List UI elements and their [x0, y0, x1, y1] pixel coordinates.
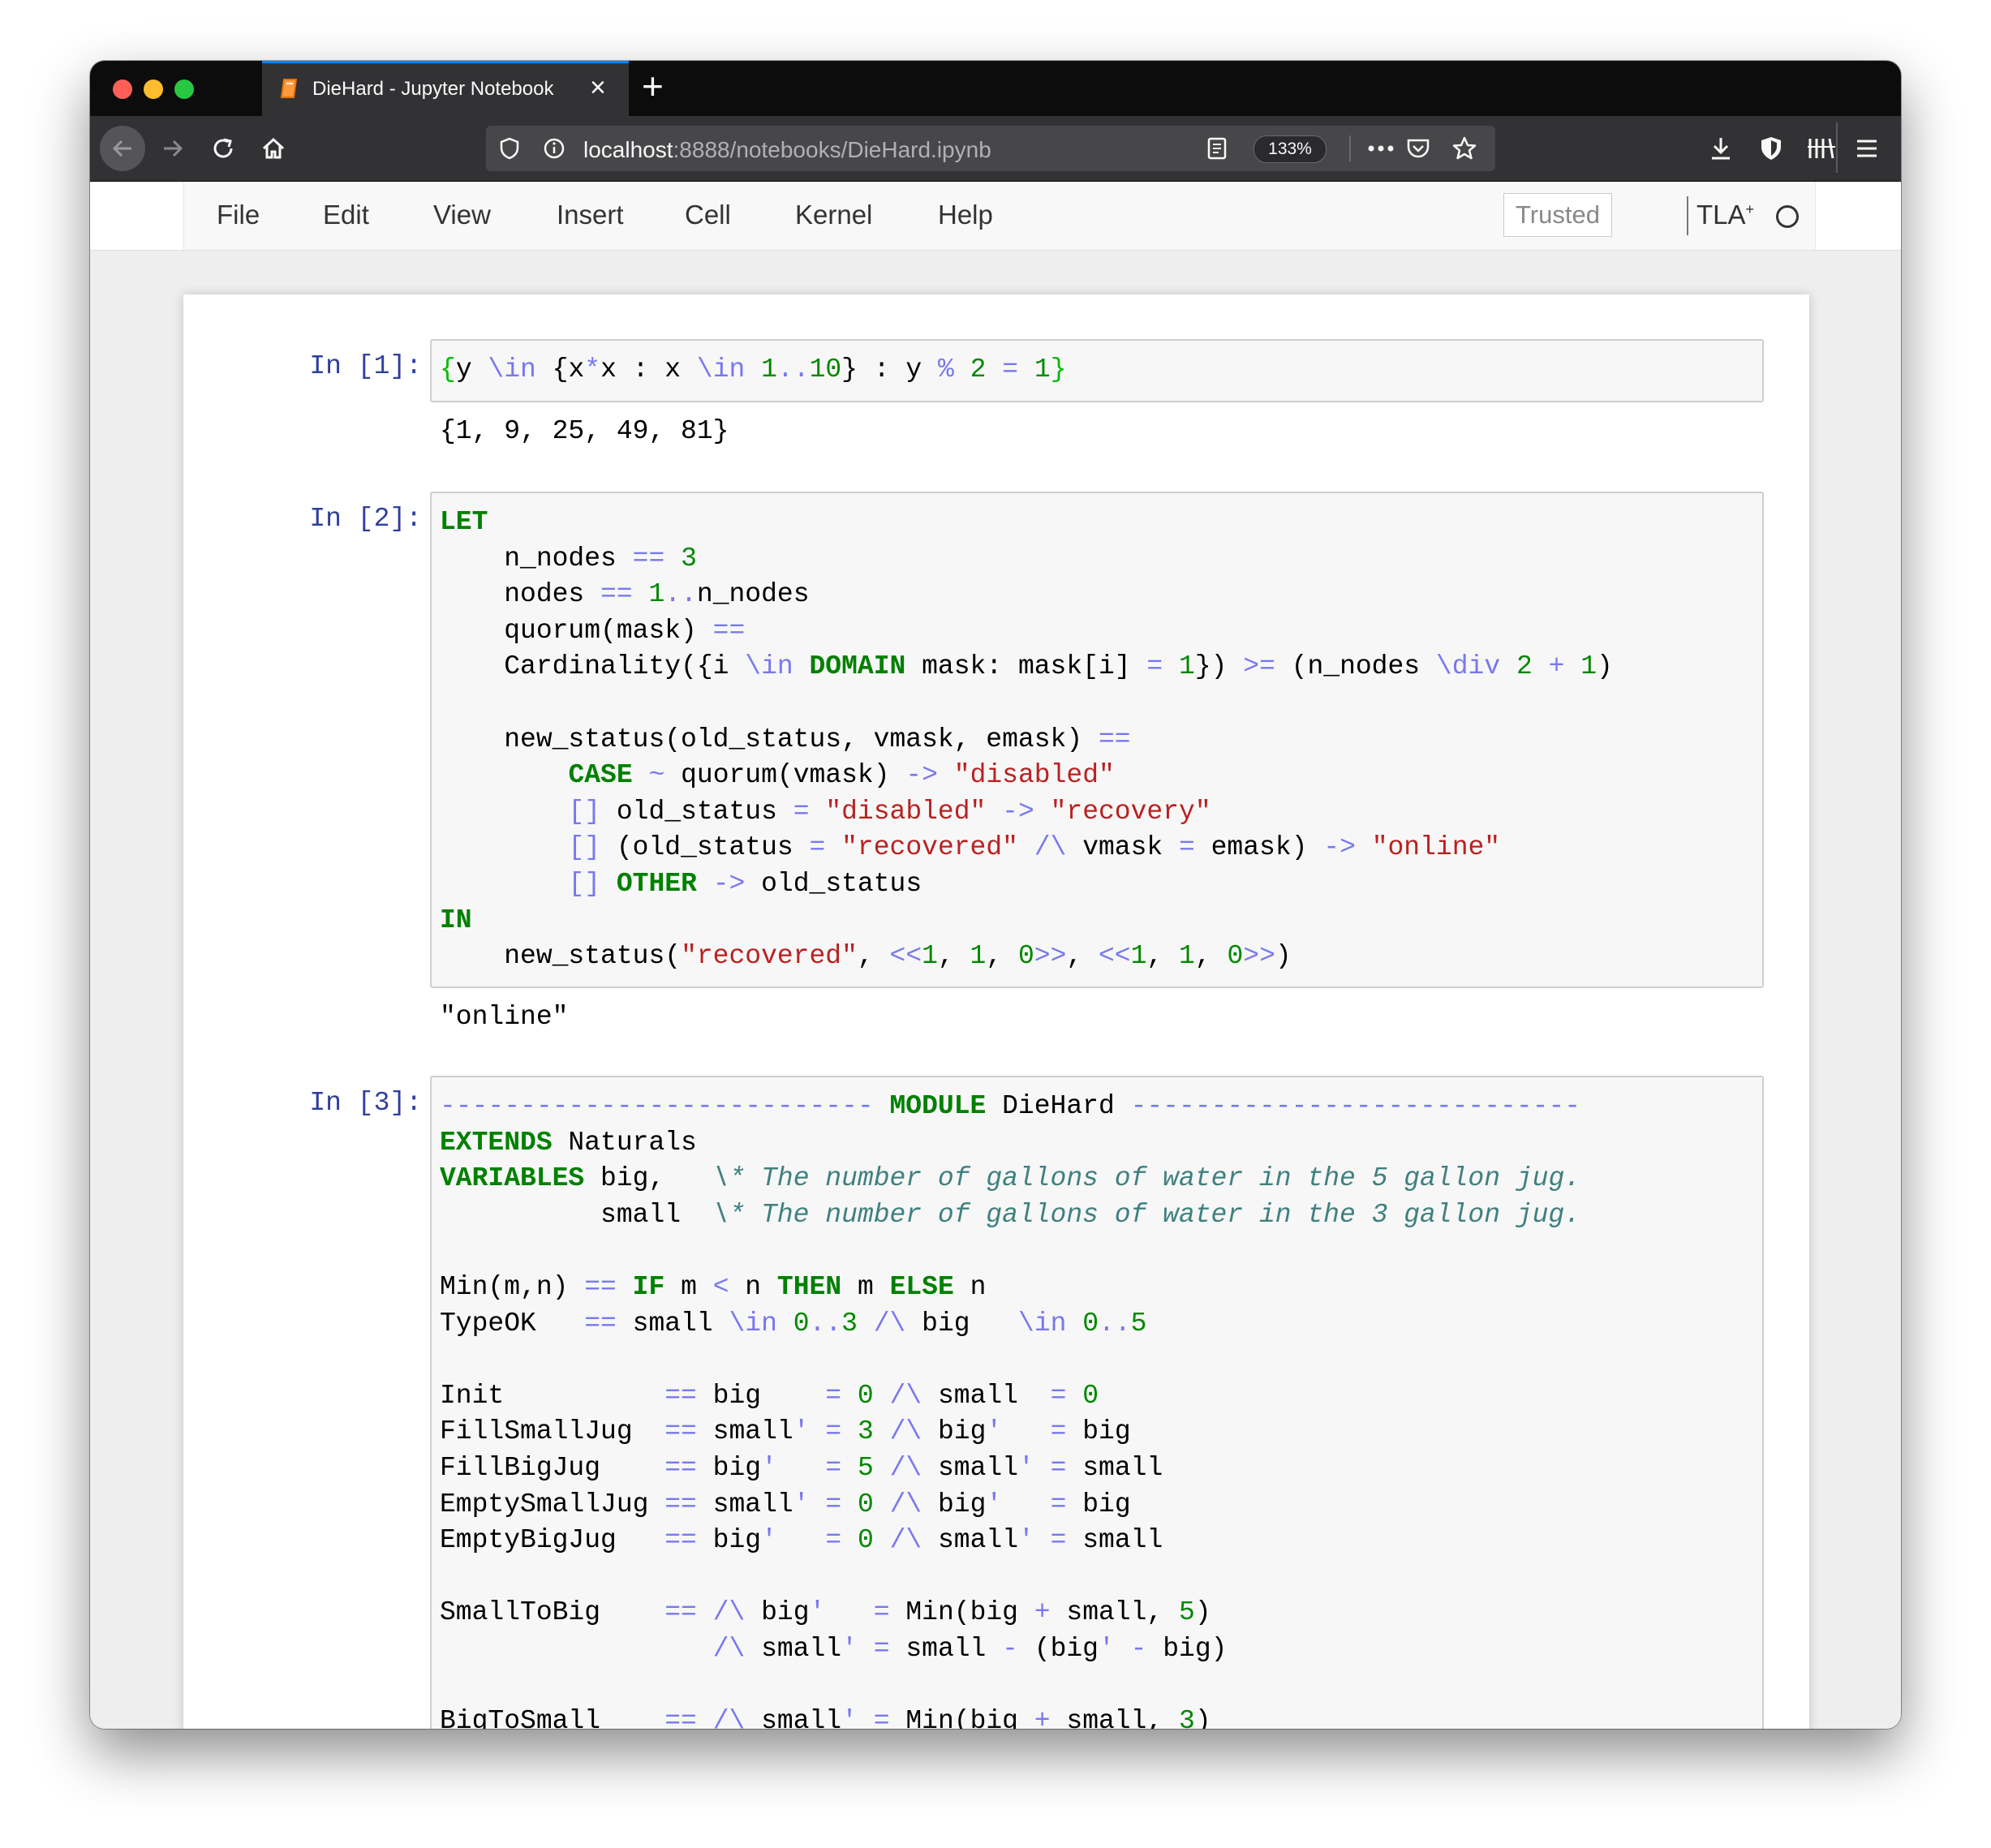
- tab-strip: DieHard - Jupyter Notebook × +: [90, 61, 1901, 116]
- jupyter-book-icon: [280, 79, 298, 98]
- trusted-indicator[interactable]: Trusted: [1503, 193, 1612, 237]
- home-button[interactable]: [251, 126, 296, 171]
- notebook-area: In [1]: {y \in {x*x : x \in 1..10} : y %…: [90, 251, 1901, 1729]
- kernel-idle-indicator-icon: [1776, 205, 1799, 228]
- downloads-button[interactable]: [1698, 126, 1744, 171]
- url-bar-divider: [1349, 135, 1351, 161]
- info-icon[interactable]: [543, 137, 565, 160]
- cell-1-prompt: In [1]:: [309, 351, 422, 381]
- page-actions-icon[interactable]: [1367, 144, 1395, 153]
- kernel-name-superscript: +: [1745, 201, 1755, 217]
- kernel-name-text: TLA: [1696, 200, 1746, 230]
- cell-2-output: "online": [440, 1002, 569, 1032]
- cell-2-input[interactable]: LET n_nodes == 3 nodes == 1..n_nodes quo…: [430, 492, 1764, 988]
- zoom-window-button[interactable]: [174, 80, 194, 99]
- cell-2-prompt: In [2]:: [309, 504, 422, 534]
- kernel-name: TLA+: [1696, 200, 1754, 230]
- url-bar[interactable]: localhost:8888/notebooks/DieHard.ipynb 1…: [486, 126, 1495, 171]
- menu-view[interactable]: View: [433, 200, 491, 230]
- close-window-button[interactable]: [113, 80, 132, 99]
- browser-tab[interactable]: DieHard - Jupyter Notebook ×: [262, 61, 629, 116]
- url-path: :8888/notebooks/DieHard.ipynb: [673, 137, 991, 162]
- library-icon: [1808, 138, 1835, 159]
- zoom-indicator[interactable]: 133%: [1254, 135, 1327, 163]
- bookmark-star-icon[interactable]: [1451, 135, 1477, 161]
- cell-1-input[interactable]: {y \in {x*x : x \in 1..10} : y % 2 = 1}: [430, 339, 1764, 402]
- back-button[interactable]: [100, 126, 145, 171]
- menu-kernel[interactable]: Kernel: [795, 200, 872, 230]
- pocket-icon[interactable]: [1406, 137, 1430, 160]
- shield-icon[interactable]: [499, 137, 520, 160]
- cell-2-code[interactable]: LET n_nodes == 3 nodes == 1..n_nodes quo…: [440, 505, 1613, 975]
- cell-3-prompt: In [3]:: [309, 1088, 422, 1118]
- forward-button[interactable]: [150, 126, 196, 171]
- menubar: File Edit View Insert Cell Kernel Help T…: [183, 182, 1816, 250]
- close-tab-icon[interactable]: ×: [590, 71, 606, 104]
- download-icon: [1712, 138, 1730, 160]
- jupyter-header: File Edit View Insert Cell Kernel Help T…: [90, 182, 1901, 251]
- menu-cell[interactable]: Cell: [685, 200, 731, 230]
- toolbar-divider: [1836, 122, 1838, 173]
- app-menu-button[interactable]: [1844, 126, 1890, 171]
- notebook-container: In [1]: {y \in {x*x : x \in 1..10} : y %…: [183, 294, 1809, 1729]
- new-tab-button[interactable]: +: [642, 66, 664, 106]
- reload-button[interactable]: [200, 126, 246, 171]
- cell-3-input[interactable]: --------------------------- MODULE DieHa…: [430, 1076, 1764, 1729]
- menu-help[interactable]: Help: [938, 200, 993, 230]
- browser-window: DieHard - Jupyter Notebook × + localhost…: [90, 61, 1901, 1729]
- cell-1-code[interactable]: {y \in {x*x : x \in 1..10} : y % 2 = 1}: [440, 352, 1067, 389]
- cell-3-code[interactable]: --------------------------- MODULE DieHa…: [440, 1089, 1580, 1729]
- menu-file[interactable]: File: [217, 200, 260, 230]
- tab-title: DieHard - Jupyter Notebook: [312, 78, 554, 100]
- forward-arrow-icon: [164, 140, 183, 157]
- navigation-toolbar: localhost:8888/notebooks/DieHard.ipynb 1…: [90, 116, 1901, 182]
- url-host: localhost: [583, 137, 673, 162]
- hamburger-menu-icon: [1857, 140, 1877, 157]
- url-text[interactable]: localhost:8888/notebooks/DieHard.ipynb: [583, 137, 991, 163]
- privacy-badger-button[interactable]: [1748, 126, 1794, 171]
- minimize-window-button[interactable]: [144, 80, 163, 99]
- back-arrow-icon: [112, 140, 131, 157]
- reader-view-icon[interactable]: [1206, 137, 1228, 160]
- reload-icon: [213, 138, 233, 158]
- home-icon: [262, 137, 285, 159]
- menu-edit[interactable]: Edit: [323, 200, 369, 230]
- menu-insert[interactable]: Insert: [557, 200, 624, 230]
- kernel-divider: [1687, 196, 1688, 235]
- shield-badge-icon: [1761, 137, 1781, 160]
- cell-1-output: {1, 9, 25, 49, 81}: [440, 416, 729, 446]
